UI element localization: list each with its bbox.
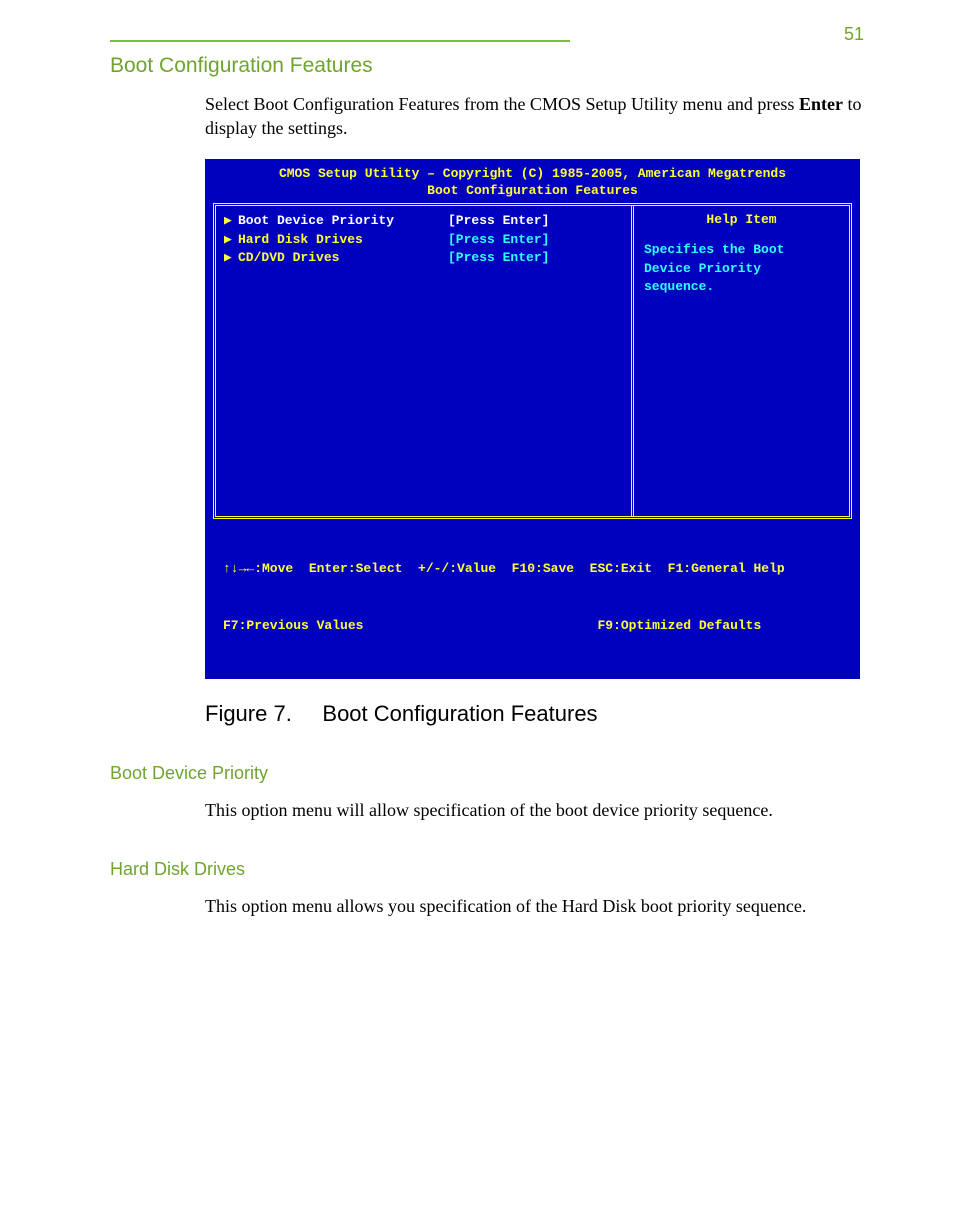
subsection-text: This option menu allows you specificatio… bbox=[205, 894, 874, 918]
menu-item-value: [Press Enter] bbox=[448, 249, 549, 268]
intro-text-1: Select Boot Configuration Features from … bbox=[205, 94, 799, 114]
bios-title-line1: CMOS Setup Utility – Copyright (C) 1985-… bbox=[205, 165, 860, 183]
menu-arrow-icon: ▶ bbox=[224, 212, 238, 231]
bios-menu-item[interactable]: ▶ Boot Device Priority [Press Enter] bbox=[224, 212, 621, 231]
header-rule bbox=[110, 40, 570, 42]
menu-arrow-icon: ▶ bbox=[224, 231, 238, 250]
bios-screenshot: CMOS Setup Utility – Copyright (C) 1985-… bbox=[205, 159, 860, 680]
figure-title: Boot Configuration Features bbox=[322, 701, 597, 726]
menu-arrow-icon: ▶ bbox=[224, 249, 238, 268]
bios-title: CMOS Setup Utility – Copyright (C) 1985-… bbox=[205, 163, 860, 203]
menu-item-label: Hard Disk Drives bbox=[238, 231, 448, 250]
intro-paragraph: Select Boot Configuration Features from … bbox=[205, 92, 874, 141]
bios-footer-line2: F7:Previous Values F9:Optimized Defaults bbox=[223, 617, 842, 636]
page-header-title: Boot Configuration Features bbox=[110, 54, 874, 78]
menu-item-label: CD/DVD Drives bbox=[238, 249, 448, 268]
subsection-heading: Boot Device Priority bbox=[110, 763, 874, 784]
subsection-heading: Hard Disk Drives bbox=[110, 859, 874, 880]
intro-enter-word: Enter bbox=[799, 94, 843, 114]
bios-menu-item[interactable]: ▶ Hard Disk Drives [Press Enter] bbox=[224, 231, 621, 250]
bios-footer: ↑↓→←:Move Enter:Select +/-/:Value F10:Sa… bbox=[205, 519, 860, 674]
help-text: Specifies the Boot Device Priority seque… bbox=[644, 241, 839, 298]
menu-item-label: Boot Device Priority bbox=[238, 212, 448, 231]
menu-item-value: [Press Enter] bbox=[448, 231, 549, 250]
figure-label: Figure 7. bbox=[205, 701, 292, 726]
help-title: Help Item bbox=[644, 212, 839, 227]
page-number: 51 bbox=[844, 24, 864, 45]
bios-footer-line1: ↑↓→←:Move Enter:Select +/-/:Value F10:Sa… bbox=[223, 560, 842, 579]
figure-caption: Figure 7. Boot Configuration Features bbox=[205, 701, 874, 727]
bios-menu-pane: ▶ Boot Device Priority [Press Enter] ▶ H… bbox=[216, 206, 631, 516]
bios-title-line2: Boot Configuration Features bbox=[205, 182, 860, 200]
subsection-text: This option menu will allow specificatio… bbox=[205, 798, 874, 822]
bios-menu-item[interactable]: ▶ CD/DVD Drives [Press Enter] bbox=[224, 249, 621, 268]
bios-help-pane: Help Item Specifies the Boot Device Prio… bbox=[631, 206, 849, 516]
menu-item-value: [Press Enter] bbox=[448, 212, 549, 231]
